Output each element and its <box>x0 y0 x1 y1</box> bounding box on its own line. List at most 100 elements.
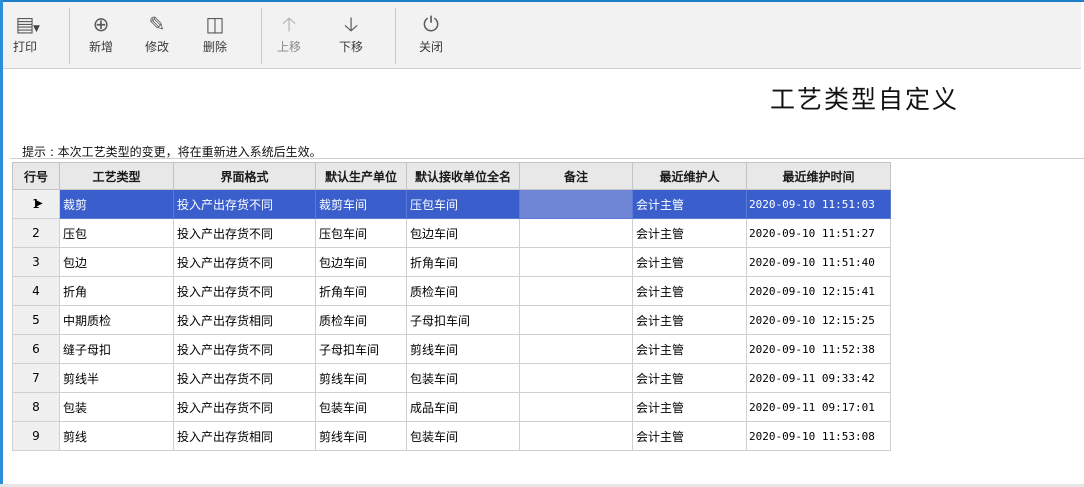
table-row[interactable]: 3 包边 投入产出存货不同 包边车间 折角车间 会计主管 2020-09-10 … <box>12 247 891 277</box>
cell-format[interactable]: 投入产出存货不同 <box>173 218 316 248</box>
cell-type[interactable]: 中期质检 <box>59 305 174 335</box>
cell-user[interactable]: 会计主管 <box>632 276 747 306</box>
cell-time[interactable]: 2020-09-10 11:52:38 <box>746 334 891 364</box>
cell-recv-unit[interactable]: 折角车间 <box>406 247 520 277</box>
table-row[interactable]: 7 剪线半 投入产出存货不同 剪线车间 包装车间 会计主管 2020-09-11… <box>12 363 891 393</box>
cell-type[interactable]: 剪线半 <box>59 363 174 393</box>
cell-note[interactable] <box>519 305 633 335</box>
row-number-cell[interactable]: 2 <box>12 218 60 248</box>
cell-type[interactable]: 缝子母扣 <box>59 334 174 364</box>
cell-prod-unit[interactable]: 包装车间 <box>315 392 407 422</box>
cell-time[interactable]: 2020-09-10 11:51:27 <box>746 218 891 248</box>
cell-recv-unit[interactable]: 成品车间 <box>406 392 520 422</box>
cell-type[interactable]: 压包 <box>59 218 174 248</box>
column-header[interactable]: 默认生产单位 <box>315 162 407 190</box>
table-row[interactable]: 5 中期质检 投入产出存货相同 质检车间 子母扣车间 会计主管 2020-09-… <box>12 305 891 335</box>
toolbar-separator <box>395 8 396 64</box>
cell-prod-unit[interactable]: 质检车间 <box>315 305 407 335</box>
column-header[interactable]: 工艺类型 <box>59 162 174 190</box>
cell-prod-unit[interactable]: 包边车间 <box>315 247 407 277</box>
cell-type[interactable]: 裁剪 <box>59 189 174 219</box>
page-title: 工艺类型自定义 <box>770 85 960 114</box>
delete-button[interactable]: ◫ 删除 <box>195 10 235 64</box>
cell-recv-unit[interactable]: 包边车间 <box>406 218 520 248</box>
print-button[interactable]: ▤ 打印 ▼ <box>5 10 45 64</box>
table-row[interactable]: 9 剪线 投入产出存货相同 剪线车间 包装车间 会计主管 2020-09-10 … <box>12 421 891 451</box>
table-row[interactable]: 8 包装 投入产出存货不同 包装车间 成品车间 会计主管 2020-09-11 … <box>12 392 891 422</box>
cell-prod-unit[interactable]: 折角车间 <box>315 276 407 306</box>
cell-user[interactable]: 会计主管 <box>632 247 747 277</box>
cell-recv-unit[interactable]: 包装车间 <box>406 421 520 451</box>
cell-note[interactable] <box>519 421 633 451</box>
row-number-cell[interactable]: 5 <box>12 305 60 335</box>
cell-user[interactable]: 会计主管 <box>632 392 747 422</box>
column-header[interactable]: 默认接收单位全名 <box>406 162 520 190</box>
cell-prod-unit[interactable]: 子母扣车间 <box>315 334 407 364</box>
table-row[interactable]: 4 折角 投入产出存货不同 折角车间 质检车间 会计主管 2020-09-10 … <box>12 276 891 306</box>
cell-recv-unit[interactable]: 剪线车间 <box>406 334 520 364</box>
cell-format[interactable]: 投入产出存货不同 <box>173 247 316 277</box>
move-down-button[interactable]: 🡣 下移 <box>331 10 371 64</box>
cell-type[interactable]: 剪线 <box>59 421 174 451</box>
cell-user[interactable]: 会计主管 <box>632 305 747 335</box>
arrow-down-icon: 🡣 <box>343 12 359 36</box>
cell-format[interactable]: 投入产出存货不同 <box>173 363 316 393</box>
cell-time[interactable]: 2020-09-10 11:51:40 <box>746 247 891 277</box>
cell-user[interactable]: 会计主管 <box>632 334 747 364</box>
cell-recv-unit[interactable]: 质检车间 <box>406 276 520 306</box>
cell-format[interactable]: 投入产出存货不同 <box>173 392 316 422</box>
cell-time[interactable]: 2020-09-10 11:51:03 <box>746 189 891 219</box>
cell-type[interactable]: 折角 <box>59 276 174 306</box>
column-header[interactable]: 备注 <box>519 162 633 190</box>
cell-user[interactable]: 会计主管 <box>632 421 747 451</box>
cell-prod-unit[interactable]: 裁剪车间 <box>315 189 407 219</box>
edit-button[interactable]: ✎ 修改 <box>137 10 177 64</box>
cell-type[interactable]: 包装 <box>59 392 174 422</box>
cell-type[interactable]: 包边 <box>59 247 174 277</box>
cell-note[interactable] <box>519 363 633 393</box>
cell-format[interactable]: 投入产出存货不同 <box>173 189 316 219</box>
cell-time[interactable]: 2020-09-10 12:15:41 <box>746 276 891 306</box>
row-number-cell[interactable]: 7 <box>12 363 60 393</box>
cell-time[interactable]: 2020-09-11 09:33:42 <box>746 363 891 393</box>
row-number-cell[interactable]: 3 <box>12 247 60 277</box>
cell-prod-unit[interactable]: 剪线车间 <box>315 421 407 451</box>
cell-recv-unit[interactable]: 包装车间 <box>406 363 520 393</box>
chevron-down-icon[interactable]: ▼ <box>33 24 40 34</box>
row-number-cell[interactable]: 9 <box>12 421 60 451</box>
row-number-cell[interactable]: 1 ▶ <box>12 189 60 219</box>
cell-user[interactable]: 会计主管 <box>632 363 747 393</box>
table-row[interactable]: 1 ▶ 裁剪 投入产出存货不同 裁剪车间 压包车间 会计主管 2020-09-10… <box>12 189 891 219</box>
row-number-cell[interactable]: 4 <box>12 276 60 306</box>
move-up-button[interactable]: 🡡 上移 <box>269 10 309 64</box>
row-number-cell[interactable]: 8 <box>12 392 60 422</box>
cell-user[interactable]: 会计主管 <box>632 189 747 219</box>
add-button[interactable]: ⊕ 新增 <box>81 10 121 64</box>
cell-format[interactable]: 投入产出存货相同 <box>173 305 316 335</box>
cell-note[interactable] <box>519 218 633 248</box>
cell-prod-unit[interactable]: 剪线车间 <box>315 363 407 393</box>
close-button[interactable]: ⏻ 关闭 <box>411 10 451 64</box>
table-row[interactable]: 2 压包 投入产出存货不同 压包车间 包边车间 会计主管 2020-09-10 … <box>12 218 891 248</box>
cell-format[interactable]: 投入产出存货不同 <box>173 334 316 364</box>
cell-format[interactable]: 投入产出存货不同 <box>173 276 316 306</box>
column-header[interactable]: 最近维护时间 <box>746 162 891 190</box>
cell-recv-unit[interactable]: 子母扣车间 <box>406 305 520 335</box>
cell-format[interactable]: 投入产出存货相同 <box>173 421 316 451</box>
table-row[interactable]: 6 缝子母扣 投入产出存货不同 子母扣车间 剪线车间 会计主管 2020-09-… <box>12 334 891 364</box>
cell-note[interactable] <box>519 247 633 277</box>
cell-note[interactable] <box>519 334 633 364</box>
cell-user[interactable]: 会计主管 <box>632 218 747 248</box>
column-header[interactable]: 界面格式 <box>173 162 316 190</box>
column-header[interactable]: 最近维护人 <box>632 162 747 190</box>
cell-note[interactable] <box>519 276 633 306</box>
cell-note[interactable] <box>519 392 633 422</box>
column-header[interactable]: 行号 <box>12 162 60 190</box>
cell-time[interactable]: 2020-09-11 09:17:01 <box>746 392 891 422</box>
cell-time[interactable]: 2020-09-10 12:15:25 <box>746 305 891 335</box>
cell-time[interactable]: 2020-09-10 11:53:08 <box>746 421 891 451</box>
cell-recv-unit[interactable]: 压包车间 <box>406 189 520 219</box>
cell-prod-unit[interactable]: 压包车间 <box>315 218 407 248</box>
cell-note[interactable] <box>519 189 633 219</box>
row-number-cell[interactable]: 6 <box>12 334 60 364</box>
